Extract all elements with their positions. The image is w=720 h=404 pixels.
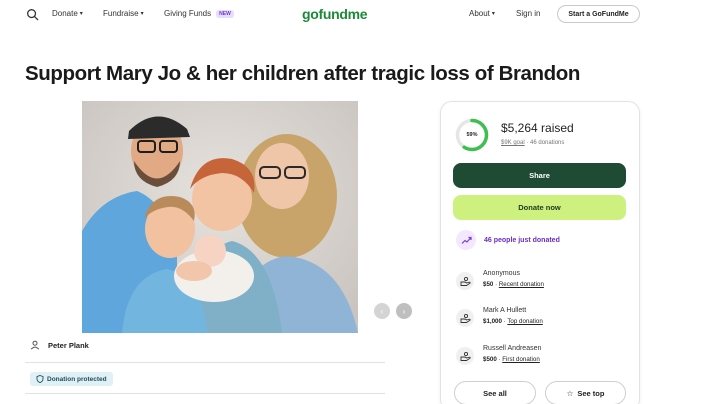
donor-kind[interactable]: Recent donation: [499, 281, 544, 288]
gofundme-logo[interactable]: gofundme: [302, 6, 368, 22]
chevron-down-icon: ▾: [79, 11, 83, 17]
donor-kind[interactable]: Top donation: [507, 318, 542, 325]
sign-in-link[interactable]: Sign in: [516, 9, 540, 18]
chevron-left-icon: ‹: [380, 306, 384, 316]
donor-meta: $1,000 · Top donation: [483, 318, 543, 325]
new-badge: NEW: [216, 9, 234, 18]
progress-percent: 59%: [466, 132, 478, 138]
organizer-name: Peter Plank: [48, 340, 89, 350]
donation-hand-icon: [456, 309, 474, 327]
donor-item[interactable]: Mark A Hullett $1,000 · Top donation: [456, 307, 543, 327]
donor-name: Russell Andreasen: [483, 345, 542, 352]
shield-icon: [36, 375, 44, 383]
chevron-right-icon: ›: [402, 306, 406, 316]
donor-amount: $500: [483, 356, 497, 363]
nav-fundraise[interactable]: Fundraise ▾: [103, 9, 144, 18]
donation-hand-icon: [456, 272, 474, 290]
trending-up-icon: [456, 230, 476, 250]
star-icon: ☆: [566, 388, 574, 398]
amount-raised: $5,264 raised: [501, 121, 574, 135]
donation-hand-icon: [456, 347, 474, 365]
recent-activity-text: 46 people just donated: [484, 236, 560, 244]
donor-meta: $50 · Recent donation: [483, 281, 544, 288]
donate-now-button[interactable]: Donate now: [453, 195, 626, 220]
goal-line: $9K goal · 46 donations: [501, 140, 564, 146]
start-gofundme-button[interactable]: Start a GoFundMe: [557, 5, 640, 23]
donor-item[interactable]: Russell Andreasen $500 · First donation: [456, 345, 541, 365]
search-icon[interactable]: [26, 8, 39, 21]
nav-donate[interactable]: Donate ▾: [52, 9, 83, 18]
donor-amount: $1,000: [483, 318, 502, 325]
carousel-prev-button[interactable]: ‹: [374, 303, 390, 319]
goal-amount[interactable]: $9K goal: [501, 140, 525, 146]
share-button[interactable]: Share: [453, 163, 626, 188]
recent-activity: 46 people just donated: [456, 230, 560, 250]
chevron-down-icon: ▾: [140, 11, 144, 17]
carousel-next-button[interactable]: ›: [396, 303, 412, 319]
family-photo-illustration: [82, 101, 358, 333]
organizer[interactable]: Peter Plank: [30, 340, 89, 350]
donor-amount: $50: [483, 281, 494, 288]
donor-kind[interactable]: First donation: [502, 356, 540, 363]
donation-count: 46 donations: [530, 140, 565, 146]
page-title: Support Mary Jo & her children after tra…: [25, 62, 581, 85]
donor-name: Mark A Hullett: [483, 307, 527, 314]
campaign-photo[interactable]: [82, 101, 358, 333]
divider: [25, 362, 385, 363]
chevron-down-icon: ▾: [491, 11, 495, 17]
nav-giving-funds[interactable]: Giving Funds NEW: [164, 9, 234, 18]
donor-meta: $500 · First donation: [483, 356, 541, 363]
person-icon: [30, 340, 40, 350]
see-top-button[interactable]: ☆ See top: [545, 381, 626, 404]
donation-protected-badge[interactable]: Donation protected: [30, 372, 113, 386]
donor-name: Anonymous: [483, 270, 520, 277]
divider: [25, 393, 385, 394]
see-all-button[interactable]: See all: [454, 381, 536, 404]
donor-item[interactable]: Anonymous $50 · Recent donation: [456, 270, 544, 290]
top-nav: Donate ▾ Fundraise ▾ Giving Funds NEW gofun…: [0, 0, 720, 30]
nav-about[interactable]: About ▾: [469, 9, 495, 18]
